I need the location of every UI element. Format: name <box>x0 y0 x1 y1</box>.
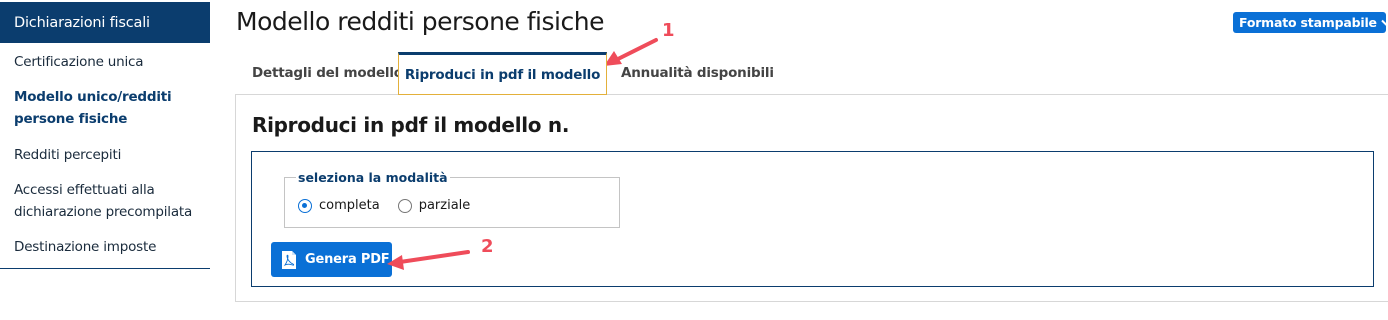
radio-completa-label[interactable]: completa <box>319 198 380 213</box>
sidebar-item-certificazione-unica[interactable]: Certificazione unica <box>0 51 210 73</box>
sidebar-item-redditi-percepiti[interactable]: Redditi percepiti <box>0 144 210 166</box>
sidebar-header[interactable]: Dichiarazioni fiscali <box>0 2 210 43</box>
genera-pdf-button[interactable]: Genera PDF <box>271 242 392 277</box>
sidebar-item-destinazione-imposte[interactable]: Destinazione imposte <box>0 236 210 258</box>
sidebar-item-label-line2: dichiarazione precompilata <box>14 204 193 220</box>
sidebar-item-label-line1: Modello unico/redditi <box>14 89 172 105</box>
genera-pdf-label: Genera PDF <box>305 252 390 267</box>
mode-legend: seleziona la modalità <box>298 170 448 185</box>
tab-annualita-disponibili[interactable]: Annualità disponibili <box>621 52 774 94</box>
sidebar-item-label-line2: persone fisiche <box>14 111 128 127</box>
radio-parziale-label[interactable]: parziale <box>419 198 471 213</box>
mode-radio-group: completa parziale <box>298 198 488 213</box>
sidebar-item-modello-unico[interactable]: Modello unico/redditi persone fisiche <box>0 86 210 130</box>
chevron-down-icon <box>1381 19 1388 27</box>
tab-dettagli-modello[interactable]: Dettagli del modello <box>252 52 403 94</box>
print-format-label: Formato stampabile <box>1239 15 1377 30</box>
annotation-marker-2: 2 <box>481 236 494 257</box>
sidebar: Dichiarazioni fiscali Certificazione uni… <box>0 2 210 269</box>
sidebar-item-accessi-effettuati[interactable]: Accessi effettuati alla dichiarazione pr… <box>0 179 210 223</box>
page-title: Modello redditi persone fisiche <box>236 7 604 36</box>
sidebar-list: Certificazione unica Modello unico/reddi… <box>0 43 210 269</box>
sidebar-item-label-line1: Accessi effettuati alla <box>14 182 155 198</box>
print-format-button[interactable]: Formato stampabile <box>1233 12 1388 33</box>
annotation-marker-1: 1 <box>662 20 675 41</box>
radio-completa[interactable] <box>298 198 312 213</box>
tab-riproduci-pdf[interactable]: Riproduci in pdf il modello <box>398 52 607 95</box>
pdf-file-icon <box>282 250 296 269</box>
panel-title: Riproduci in pdf il modello n. <box>252 113 570 137</box>
radio-parziale[interactable] <box>397 198 412 213</box>
